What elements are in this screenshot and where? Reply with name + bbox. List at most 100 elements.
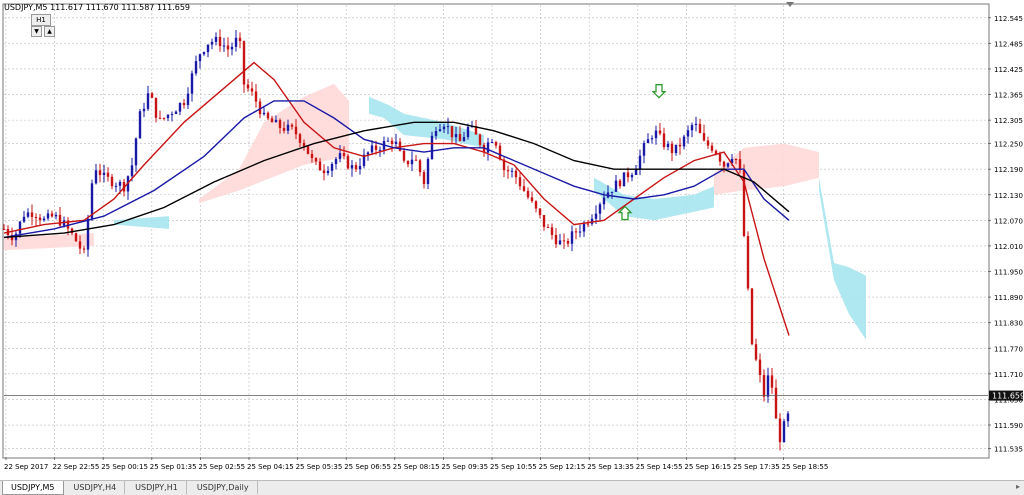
candle-bull (682, 136, 686, 147)
candle-bear (734, 158, 738, 160)
candle-bull (118, 181, 122, 186)
candle-bear (302, 142, 306, 147)
candle-bull (490, 141, 494, 143)
y-tick-label: 111.770 (994, 345, 1023, 353)
candle-bull (178, 103, 182, 112)
candle-bull (186, 93, 190, 106)
candle-bull (166, 114, 170, 119)
candle-bear (562, 240, 566, 242)
candle-bull (766, 375, 770, 397)
y-tick-label: 111.590 (994, 422, 1023, 430)
candle-bear (662, 133, 666, 148)
candle-bear (618, 180, 622, 187)
candle-bull (690, 125, 694, 131)
timeframe-badge[interactable]: H1 (31, 14, 51, 26)
candle-bull (198, 54, 202, 62)
candle-bear (710, 145, 714, 151)
candle-bull (466, 126, 470, 138)
candle-bear (774, 387, 778, 419)
candle-bear (278, 119, 282, 128)
candle-bear (342, 153, 346, 156)
candle-bear (450, 126, 454, 138)
candle-bull (170, 114, 174, 116)
candle-bull (286, 124, 290, 131)
candle-bull (138, 111, 142, 139)
candle-bull (134, 138, 138, 166)
candle-bear (550, 227, 554, 235)
tab-usdjpy-h1[interactable]: USDJPY,H1 (127, 481, 187, 494)
chart-header: USDJPY,M5 111.617 111.670 111.587 111.65… (4, 3, 190, 13)
candle-bull (194, 61, 198, 74)
candle-bear (738, 159, 742, 170)
candle-bear (266, 112, 270, 119)
x-tick-label: 25 Sep 08:15 (393, 463, 440, 471)
candle-bear (494, 141, 498, 146)
candle-bull (190, 73, 194, 94)
candle-bear (354, 165, 358, 170)
candle-bear (270, 118, 274, 123)
y-tick-label: 111.535 (994, 445, 1023, 453)
tabs-scroll-right-icon[interactable]: ▸ (1016, 480, 1020, 494)
candle-bull (46, 213, 50, 219)
candle-bull (614, 180, 618, 192)
candle-bear (34, 217, 38, 219)
candle-bear (458, 134, 462, 142)
x-tick-label: 25 Sep 05:35 (296, 463, 343, 471)
tab-usdjpy-h4[interactable]: USDJPY,H4 (66, 481, 126, 494)
candle-bear (2, 228, 6, 230)
candle-bear (306, 146, 310, 154)
candle-bull (654, 130, 658, 139)
candle-bull (486, 142, 490, 153)
candle-bear (218, 36, 222, 47)
tab-usdjpy-daily[interactable]: USDJPY,Daily (189, 481, 258, 494)
candle-bull (622, 172, 626, 187)
candle-bear (238, 37, 242, 42)
y-tick-label: 112.545 (994, 15, 1023, 23)
candle-bull (202, 52, 206, 55)
candle-bull (210, 41, 214, 45)
candle-bull (230, 46, 234, 50)
x-tick-label: 25 Sep 04:15 (247, 463, 294, 471)
candle-bear (498, 145, 502, 160)
candle-bear (290, 124, 294, 127)
candle-bull (142, 108, 146, 112)
chart-frame: 112.545 112.485 112.425 112.365 112.305 112.2… (0, 0, 1024, 494)
candle-bear (670, 143, 674, 154)
candle-bear (74, 233, 78, 242)
candle-bear (478, 134, 482, 145)
y-tick-label: 112.070 (994, 217, 1023, 225)
candle-bull (86, 218, 90, 250)
candle-bear (226, 45, 230, 50)
candle-bull (130, 165, 134, 177)
candle-bear (110, 176, 114, 187)
candle-bear (242, 41, 246, 85)
candle-bear (182, 103, 186, 106)
tab-usdjpy-m5[interactable]: USDJPY,M5 (2, 481, 64, 495)
candle-bear (38, 217, 42, 221)
navigation-arrows: ▼ ▲ (31, 26, 55, 37)
candle-bull (598, 204, 602, 214)
y-tick-label: 111.830 (994, 320, 1023, 328)
y-tick-label: 112.365 (994, 92, 1023, 100)
arrow-down-icon[interactable]: ▼ (31, 26, 42, 37)
candle-bull (234, 37, 238, 47)
candle-bull (462, 137, 466, 142)
candle-bear (534, 201, 538, 209)
candle-bull (578, 231, 582, 233)
candle-bull (610, 191, 614, 193)
candle-bear (702, 133, 706, 141)
candle-bull (446, 126, 450, 128)
candle-bear (678, 144, 682, 147)
candle-bear (718, 154, 722, 162)
candle-bear (82, 248, 86, 250)
candle-bear (282, 127, 286, 131)
x-tick-label: 25 Sep 17:35 (733, 463, 780, 471)
candle-bull (338, 153, 342, 160)
candle-bull (378, 149, 382, 151)
candle-bear (374, 145, 378, 150)
candle-bull (602, 197, 606, 205)
candle-bear (722, 161, 726, 167)
arrow-up-icon[interactable]: ▲ (44, 26, 55, 37)
candle-bull (686, 130, 690, 137)
candle-bear (318, 161, 322, 171)
